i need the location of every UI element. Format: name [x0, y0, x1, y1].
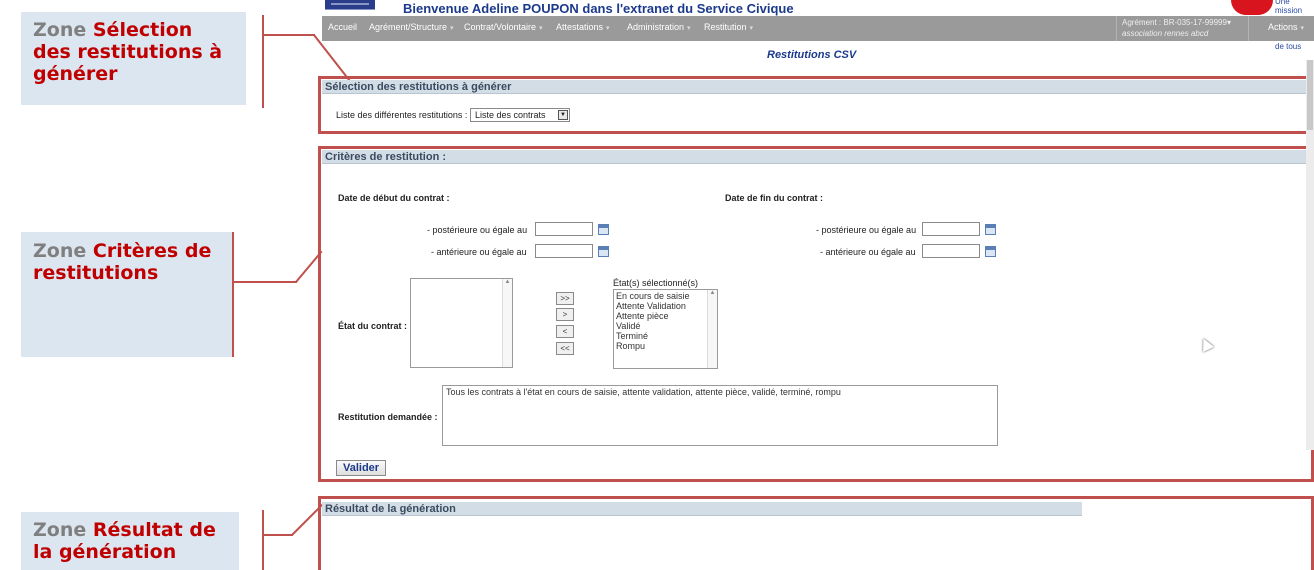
nav-label: Restitution [704, 22, 747, 32]
welcome-text: Bienvenue Adeline POUPON dans l'extranet… [403, 1, 794, 16]
nav-administration[interactable]: Administration ▾ [627, 22, 691, 32]
chevron-down-icon: ▾ [749, 25, 754, 32]
agrement-number: Agrément : BR-035-17-99999▾ [1122, 18, 1231, 27]
nav-label: Administration [627, 22, 685, 32]
leader-criteres [233, 281, 297, 283]
highlight-resultat-zone [318, 496, 1314, 570]
nav-label: Contrat/Volontaire [464, 22, 537, 32]
callout-criteres: Zone Critères de restitutions [21, 232, 232, 357]
bracket-resultat [262, 510, 264, 570]
nav-label: Accueil [328, 22, 358, 32]
chevron-down-icon: ▾ [450, 25, 454, 32]
leader-resultat [263, 534, 293, 536]
bracket-criteres [232, 232, 234, 357]
nav-actions[interactable]: Actions ▾ [1268, 22, 1304, 32]
republique-logo [325, 0, 375, 10]
callout-resultat: Zone Résultat de la génération [21, 512, 239, 570]
chevron-down-icon: ▾ [1300, 25, 1305, 32]
nav-agrement-structure[interactable]: Agrément/Structure ▾ [369, 22, 454, 32]
leader-selection [263, 34, 315, 36]
chevron-down-icon: ▾ [687, 25, 691, 32]
highlight-criteres-zone [318, 146, 1314, 482]
agrement-selector[interactable]: Agrément : BR-035-17-99999▾ association … [1116, 16, 1249, 41]
nav-label: Actions [1268, 22, 1298, 32]
agrement-text: Agrément : BR-035-17-99999 [1122, 18, 1227, 27]
chevron-down-icon: ▾ [606, 25, 610, 32]
leader-selection-2 [313, 34, 351, 82]
nav-label: Agrément/Structure [369, 22, 448, 32]
callout-selection: Zone Sélection des restitutions à génére… [21, 12, 246, 105]
chevron-down-icon: ▾ [1226, 18, 1231, 27]
page-scrollbar[interactable] [1306, 60, 1314, 450]
nav-contrat-volontaire[interactable]: Contrat/Volontaire ▾ [464, 22, 543, 32]
callout-zone-word: Zone [33, 519, 87, 541]
chevron-down-icon: ▾ [539, 25, 543, 32]
main-navbar: Accueil Agrément/Structure ▾ Contrat/Volo… [322, 16, 1314, 41]
nav-label: Attestations [556, 22, 604, 32]
nav-attestations[interactable]: Attestations ▾ [556, 22, 610, 32]
bracket-selection [262, 15, 264, 108]
nav-restitution[interactable]: Restitution ▾ [704, 22, 753, 32]
service-civique-logo [1231, 0, 1273, 15]
association-name: association rennes abcd [1122, 29, 1209, 38]
page-title: Restitutions CSV [767, 49, 857, 61]
callout-zone-word: Zone [33, 240, 87, 262]
highlight-selection-zone [318, 76, 1314, 134]
nav-accueil[interactable]: Accueil [328, 22, 357, 32]
callout-zone-word: Zone [33, 19, 87, 41]
